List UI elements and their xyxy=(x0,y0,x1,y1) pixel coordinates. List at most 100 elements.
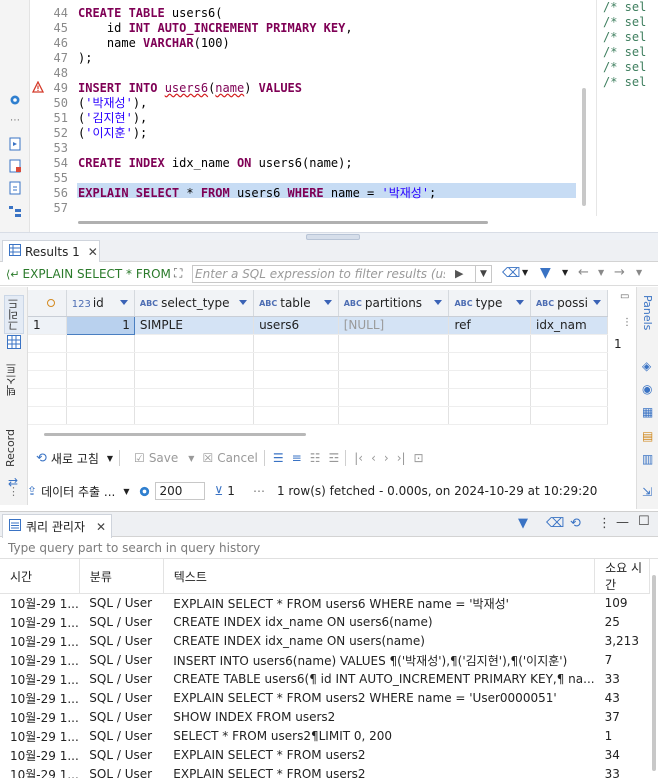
editor-horizontal-scrollbar[interactable] xyxy=(78,221,488,224)
sort-arrow-icon[interactable] xyxy=(593,300,601,305)
code-line[interactable]: CREATE TABLE users6( xyxy=(78,6,223,21)
history-row[interactable]: 10월-29 1... SQL / User EXPLAIN SELECT * FR… xyxy=(0,594,650,613)
editor-vertical-scrollbar[interactable] xyxy=(582,88,586,206)
history-row[interactable]: 10월-29 1... SQL / User CREATE TABLE users6… xyxy=(0,670,650,689)
tab-query-manager[interactable]: 쿼리 관리자 ✕ xyxy=(2,514,112,538)
execute-script-icon[interactable] xyxy=(7,136,23,152)
minimize-icon[interactable]: — xyxy=(616,515,629,530)
results-grid[interactable]: 123 id ABC select_type ABC table ABC partitions… xyxy=(28,290,608,428)
query-history-scrollbar[interactable] xyxy=(652,575,656,771)
value-viewer-icon[interactable]: ◉ xyxy=(642,382,652,396)
vtab-grid[interactable]: 그리드 xyxy=(4,295,24,334)
export-data-button[interactable]: ⇪ 데이터 추출 ... ▼ xyxy=(27,483,130,500)
funnel-icon[interactable]: ▼ xyxy=(540,265,551,281)
back-arrow-icon[interactable]: ← xyxy=(578,265,589,280)
table-cell[interactable]: idx_nam xyxy=(530,316,608,335)
copy-row-icon[interactable]: ☷ xyxy=(310,451,321,465)
code-line[interactable]: EXPLAIN SELECT * FROM users6 WHERE name … xyxy=(78,186,436,201)
next-page-icon[interactable]: › xyxy=(384,451,389,465)
chevron-down-icon[interactable]: ▼ xyxy=(107,454,113,463)
filter-source[interactable]: ⟨↵ EXPLAIN SELECT * FROM xyxy=(6,266,171,282)
close-icon[interactable]: ✕ xyxy=(88,245,98,259)
chevron-down-icon[interactable]: ▼ xyxy=(636,268,642,277)
history-row[interactable]: 10월-29 1... SQL / User CREATE INDEX idx_na… xyxy=(0,613,650,632)
table-cell[interactable]: 1 xyxy=(65,315,135,335)
calc-icon[interactable]: ▦ xyxy=(642,405,653,419)
history-row[interactable]: 10월-29 1... SQL / User EXPLAIN SELECT * FR… xyxy=(0,689,650,708)
sort-arrow-icon[interactable] xyxy=(119,300,128,305)
history-row[interactable]: 10월-29 1... SQL / User INSERT INTO users6(… xyxy=(0,651,650,670)
table-cell[interactable]: [NULL] xyxy=(338,316,450,335)
table-cell[interactable]: ref xyxy=(448,316,531,335)
palette-icon[interactable]: ◈ xyxy=(642,359,651,373)
expand-icon[interactable]: ⛶ xyxy=(174,266,182,281)
gear-icon[interactable] xyxy=(138,485,151,498)
chevron-down-icon[interactable]: ▼ xyxy=(123,487,129,496)
edit-row-icon[interactable]: ☰ xyxy=(273,451,284,465)
play-icon[interactable]: ▶ xyxy=(455,267,463,280)
tab-results-1[interactable]: Results 1 ✕ xyxy=(2,240,100,262)
code-line[interactable]: ('이지훈'); xyxy=(78,126,147,141)
column-header[interactable]: ABC partitions xyxy=(338,290,450,317)
sort-arrow-icon[interactable] xyxy=(515,300,524,305)
history-row[interactable]: 10월-29 1... SQL / User EXPLAIN SELECT * FR… xyxy=(0,765,650,778)
grid-horizontal-scrollbar[interactable] xyxy=(44,433,306,436)
export-icon[interactable] xyxy=(7,180,23,196)
sql-editor[interactable]: ⋯ 44 45 46 47 48 49 50 51 52 53 54 55 56 57 CREATE TA… xyxy=(0,0,658,232)
more-icon[interactable]: ⋯ xyxy=(253,484,265,498)
history-column-header[interactable]: 분류 xyxy=(79,559,164,594)
column-header[interactable]: ABC type xyxy=(448,290,531,317)
more-vertical-icon[interactable]: ⋮ xyxy=(598,516,611,531)
row-number-header[interactable] xyxy=(28,290,67,317)
table-row[interactable]: 1 1 SIMPLE users6 [NULL] ref idx_nam xyxy=(28,315,608,335)
chevron-down-icon[interactable]: ▼ xyxy=(562,268,568,277)
refresh-icon[interactable]: ⟲ xyxy=(570,516,581,531)
sort-arrow-icon[interactable] xyxy=(239,300,248,305)
more-icon[interactable]: ⋮ xyxy=(8,485,19,498)
refresh-button[interactable]: ⟲ 새로 고침 ▼ xyxy=(36,450,113,467)
save-button[interactable]: ☑ Save ▼ xyxy=(134,451,194,465)
explain-plan-icon[interactable] xyxy=(7,158,23,174)
code-line[interactable]: ('김지현'), xyxy=(78,111,147,126)
row-number[interactable]: 1 xyxy=(28,316,67,335)
column-header[interactable]: ABC possi xyxy=(530,290,608,317)
outline-icon[interactable] xyxy=(7,203,23,219)
prev-page-icon[interactable]: ‹ xyxy=(371,451,376,465)
chevron-down-icon[interactable]: ▼ xyxy=(522,268,528,277)
table-cell[interactable]: SIMPLE xyxy=(134,316,255,335)
chevron-down-icon[interactable]: ▼ xyxy=(188,454,194,463)
maximize-icon[interactable]: ☐ xyxy=(638,514,650,529)
close-icon[interactable]: ✕ xyxy=(96,520,106,534)
history-row[interactable]: 10월-29 1... SQL / User CREATE INDEX idx_na… xyxy=(0,632,650,651)
sort-arrow-icon[interactable] xyxy=(434,300,443,305)
eraser-icon[interactable]: ⌫ xyxy=(502,266,520,281)
first-page-icon[interactable]: |‹ xyxy=(354,451,363,465)
query-history-search-input[interactable]: Type query part to search in query histo… xyxy=(0,537,658,559)
vtab-record[interactable]: Record xyxy=(4,429,17,467)
metadata-icon[interactable]: ▤ xyxy=(642,429,653,443)
gear-icon[interactable] xyxy=(7,92,23,108)
query-history-table[interactable]: 시간 분류 텍스트 소요 시간 10월-29 1... SQL / User EXPLAI… xyxy=(0,559,650,778)
grid-view-icon[interactable] xyxy=(7,335,21,352)
code-line[interactable]: CREATE INDEX idx_name ON users6(name); xyxy=(78,156,353,171)
clear-icon[interactable]: ⌫ xyxy=(546,516,564,531)
chart-icon[interactable]: ▥ xyxy=(642,452,653,466)
panel-splitter[interactable] xyxy=(0,232,658,240)
funnel-icon[interactable]: ▼ xyxy=(518,516,528,531)
history-column-header[interactable]: 시간 xyxy=(0,559,80,594)
fetch-all-icon[interactable]: ⊡ xyxy=(414,451,424,465)
code-line[interactable]: id INT AUTO_INCREMENT PRIMARY KEY, xyxy=(78,21,353,36)
column-header[interactable]: ABC table xyxy=(253,290,339,317)
delete-row-icon[interactable]: ☲ xyxy=(328,451,339,465)
dropdown-icon[interactable]: ▼ xyxy=(475,266,491,282)
panels-tab[interactable]: Panels xyxy=(641,295,654,330)
column-header[interactable]: ABC select_type xyxy=(134,290,255,317)
history-row[interactable]: 10월-29 1... SQL / User EXPLAIN SELECT * FR… xyxy=(0,746,650,765)
code-area[interactable]: CREATE TABLE users6( id INT AUTO_INCREME… xyxy=(72,0,582,216)
sort-arrow-icon[interactable] xyxy=(323,300,332,305)
history-row[interactable]: 10월-29 1... SQL / User SHOW INDEX FROM use… xyxy=(0,708,650,727)
cancel-button[interactable]: ☒ Cancel xyxy=(202,451,257,465)
chevron-down-icon[interactable]: ▼ xyxy=(598,268,604,277)
code-line[interactable]: name VARCHAR(100) xyxy=(78,36,230,51)
more-icon[interactable]: ⋯ xyxy=(7,112,23,128)
